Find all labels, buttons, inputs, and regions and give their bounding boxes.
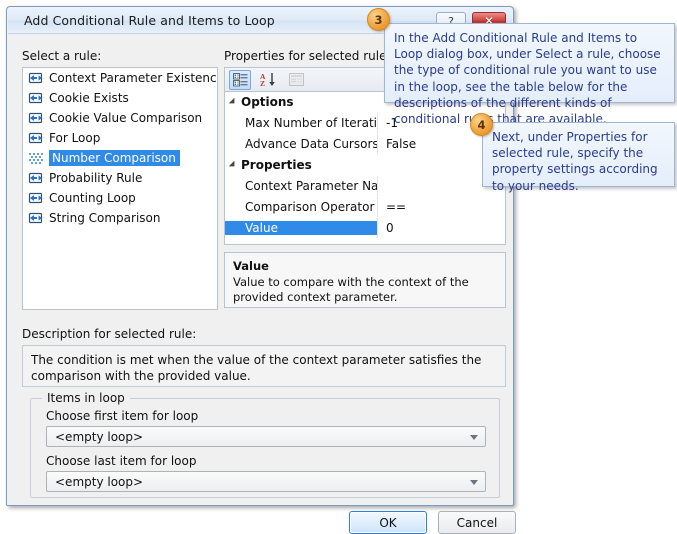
property-help-title: Value — [233, 259, 269, 273]
rule-list-item-label: Cookie Exists — [49, 91, 129, 105]
rule-icon-selected — [28, 151, 44, 165]
description-box: The condition is met when the value of t… — [22, 345, 506, 387]
items-in-loop-group-title: Items in loop — [42, 391, 130, 405]
property-row[interactable]: Value 0 — [225, 218, 505, 239]
last-item-value: <empty loop> — [55, 474, 144, 489]
dialog-title: Add Conditional Rule and Items to Loop — [24, 13, 275, 28]
rule-icon — [28, 71, 44, 85]
chevron-down-icon — [470, 480, 478, 485]
callout-badge-3: 3 — [367, 8, 390, 31]
property-pages-button[interactable] — [285, 70, 307, 90]
rule-list-item-label: Cookie Value Comparison — [49, 111, 203, 125]
property-row[interactable]: Comparison Operator == — [225, 197, 505, 218]
callout-badge-4: 4 — [470, 113, 493, 136]
alphabetical-sort-button[interactable]: A Z — [257, 70, 279, 90]
property-name: Advance Data Cursors — [245, 137, 377, 151]
rule-list-item[interactable]: Counting Loop — [23, 188, 217, 208]
rule-list-item-label: Counting Loop — [49, 191, 136, 205]
rule-list-item[interactable]: Number Comparison — [23, 148, 217, 168]
cancel-button[interactable]: Cancel — [438, 511, 516, 534]
expander-triangle-icon[interactable] — [228, 97, 238, 107]
rule-icon — [28, 111, 44, 125]
screenshot-canvas: Add Conditional Rule and Items to Loop ?… — [0, 0, 677, 534]
callout-3: In the Add Conditional Rule and Items to… — [384, 23, 675, 126]
first-item-value: <empty loop> — [55, 429, 144, 444]
rule-list-item-label: For Loop — [49, 131, 101, 145]
first-item-combobox[interactable]: <empty loop> — [46, 426, 486, 447]
property-help-box: Value Value to compare with the context … — [224, 252, 506, 308]
rule-list-item[interactable]: For Loop — [23, 128, 217, 148]
property-name: Context Parameter Name — [245, 179, 377, 193]
property-row[interactable]: Advance Data Cursors False — [225, 134, 505, 155]
rule-icon — [28, 131, 44, 145]
choose-last-item-label: Choose last item for loop — [46, 454, 197, 468]
rule-icon — [28, 91, 44, 105]
rule-icon — [28, 191, 44, 205]
property-help-text: Value to compare with the context of the… — [233, 274, 469, 305]
ok-button[interactable]: OK — [349, 511, 427, 534]
rule-list-item-label: String Comparison — [49, 211, 161, 225]
property-category-label: Properties — [225, 158, 377, 172]
rule-icon — [28, 211, 44, 225]
svg-text:Z: Z — [260, 79, 265, 87]
rule-list-item-label: Context Parameter Existence — [49, 71, 218, 85]
property-name: Comparison Operator — [245, 200, 375, 214]
expander-triangle-icon[interactable] — [228, 160, 238, 170]
property-name: Max Number of Iterations — [245, 116, 377, 130]
categorized-view-button[interactable] — [229, 69, 251, 90]
property-value[interactable]: == — [377, 197, 505, 217]
rule-list-item-label: Number Comparison — [49, 150, 180, 166]
rule-list-item-label: Probability Rule — [49, 171, 143, 185]
property-category-row[interactable]: Properties — [225, 155, 505, 176]
select-a-rule-label: Select a rule: — [22, 49, 102, 63]
rule-list[interactable]: Context Parameter Existence Cookie Exists… — [22, 67, 218, 310]
property-category-label: Options — [225, 95, 377, 109]
last-item-combobox[interactable]: <empty loop> — [46, 471, 486, 492]
choose-first-item-label: Choose first item for loop — [46, 409, 199, 423]
rule-list-item[interactable]: Context Parameter Existence — [23, 68, 217, 88]
rule-list-item[interactable]: Cookie Value Comparison — [23, 108, 217, 128]
rule-list-item[interactable]: String Comparison — [23, 208, 217, 228]
description-label: Description for selected rule: — [22, 327, 197, 341]
rule-list-item[interactable]: Probability Rule — [23, 168, 217, 188]
properties-for-selected-rule-label: Properties for selected rule: — [224, 49, 391, 63]
chevron-down-icon — [470, 435, 478, 440]
property-value[interactable]: 0 — [377, 218, 505, 238]
rule-list-item[interactable]: Cookie Exists — [23, 88, 217, 108]
property-row[interactable]: Context Parameter Name — [225, 176, 505, 197]
property-name: Value — [225, 221, 377, 235]
callout-4: Next, under Properties for selected rule… — [482, 122, 675, 193]
rule-icon — [28, 171, 44, 185]
